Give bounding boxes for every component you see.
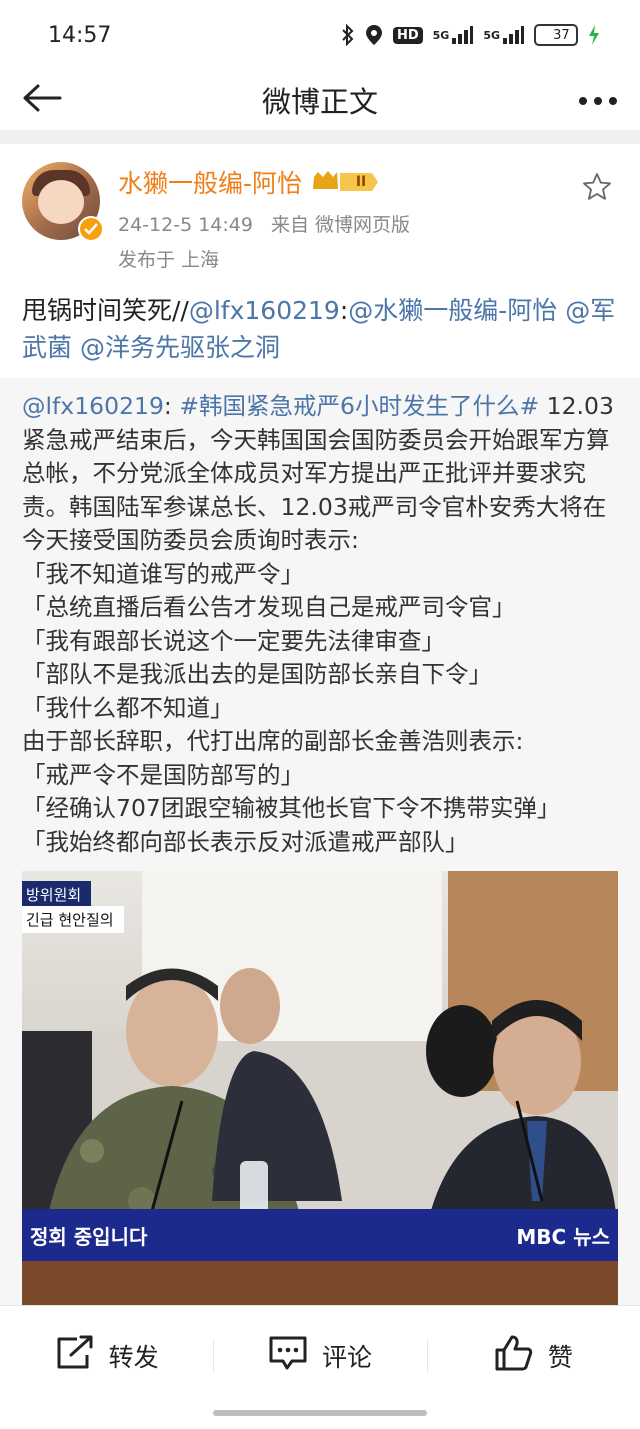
repost-colon: :: [163, 392, 180, 420]
more-dots-icon[interactable]: [578, 91, 618, 110]
author-info: 水獭一般编-阿怡 II 24-12-5 14:49 来自 微博网页版 发布于 上…: [118, 162, 410, 272]
post-source: 来自 微博网页版: [271, 214, 411, 236]
nav-bar: 微博正文: [0, 70, 640, 130]
quote-line: 「戒严令不是国防部写的」: [22, 760, 304, 789]
battery-icon: 37: [534, 24, 578, 46]
weibo-post: 水獭一般编-阿怡 II 24-12-5 14:49 来自 微博网页版 发布于 上…: [0, 144, 640, 366]
quote-line: 「我什么都不知道」: [22, 693, 234, 722]
status-icons: HD 5G 5G 37: [341, 24, 600, 46]
repost-text: @lfx160219: #韩国紧急戒严6小时发生了什么# 12.03紧急戒严结束…: [22, 390, 618, 859]
vip-level: II: [355, 174, 367, 190]
like-label: 赞: [547, 1342, 573, 1372]
like-button[interactable]: 赞: [426, 1334, 640, 1378]
avatar-face: [38, 180, 84, 224]
battery-level: 37: [553, 27, 570, 43]
post-text: 甩锅时间笑死//@lfx160219:@水獭一般编-阿怡 @军武菌 @洋务先驱张…: [22, 292, 618, 366]
back-arrow-icon[interactable]: [22, 83, 62, 117]
like-icon: [494, 1334, 534, 1378]
status-bar: 14:57 HD 5G 5G 37: [0, 0, 640, 70]
quote-line: 「我不知道谁写的戒严令」: [22, 559, 304, 588]
comment-button[interactable]: 评论: [213, 1336, 426, 1376]
comment-label: 评论: [321, 1342, 372, 1372]
post-photo[interactable]: 방위원회 긴급 현안질의 정회 중입니다 MBC 뉴스: [22, 871, 618, 1319]
status-time: 14:57: [48, 22, 112, 48]
photo-caption: 정회 중입니다: [30, 1224, 148, 1249]
repost-middle-text: 由于部长辞职，代打出席的副部长金善浩则表示:: [22, 727, 524, 755]
repost-label: 转发: [108, 1342, 159, 1372]
photo-caption-bar: 정회 중입니다 MBC 뉴스: [22, 1209, 618, 1261]
favorite-star-icon[interactable]: [582, 172, 612, 206]
avatar[interactable]: [22, 162, 104, 242]
action-bar: 转发 评论 赞: [0, 1305, 640, 1405]
quote-line: 「我始终都向部长表示反对派遣戒严部队」: [22, 827, 469, 856]
author-name[interactable]: 水獭一般编-阿怡: [118, 164, 302, 200]
signal-2-icon: 5G: [483, 26, 524, 44]
quote-line: 「部队不是我派出去的是国防部长亲自下令」: [22, 660, 492, 688]
location-icon: [365, 24, 383, 46]
repost-icon: [55, 1335, 95, 1377]
mention-link[interactable]: @水獭一般编-阿怡: [348, 296, 557, 325]
vip-badge-icon[interactable]: II: [310, 169, 379, 195]
quote-line: 「经确认707团跟空输被其他长官下令不携带实弹」: [22, 794, 561, 822]
bluetooth-icon: [341, 24, 355, 46]
post-timestamp: 24-12-5 14:49: [118, 214, 253, 236]
author-name-row: 水獭一般编-阿怡 II: [118, 164, 410, 200]
section-divider: [0, 130, 640, 144]
page-title: 微博正文: [261, 85, 378, 119]
quote-line: 「总统直播后看公告才发现自己是戒严司令官」: [22, 593, 516, 621]
verified-badge-icon: [78, 216, 104, 242]
network-1-label: 5G: [432, 28, 450, 42]
repost-button[interactable]: 转发: [0, 1335, 213, 1377]
post-text-plain: 甩锅时间笑死//: [22, 296, 189, 325]
hd-icon: HD: [392, 26, 423, 44]
signal-1-icon: 5G: [433, 26, 474, 44]
repost-mention-link[interactable]: @lfx160219: [22, 392, 164, 420]
author-row: 水獭一般编-阿怡 II 24-12-5 14:49 来自 微博网页版 发布于 上…: [22, 162, 618, 280]
home-indicator[interactable]: [213, 1410, 427, 1416]
comment-icon: [268, 1335, 308, 1377]
post-meta: 24-12-5 14:49 来自 微博网页版: [118, 210, 410, 237]
mention-link[interactable]: @lfx160219: [189, 296, 340, 325]
mention-link[interactable]: @洋务先驱张之洞: [80, 333, 280, 362]
network-2-label: 5G: [483, 28, 500, 42]
quote-line: 「我有跟部长说这个一定要先法律审查」: [22, 626, 445, 655]
repost-box[interactable]: @lfx160219: #韩国紧急戒严6小时发生了什么# 12.03紧急戒严结束…: [0, 378, 640, 1319]
post-location: 发布于 上海: [118, 249, 220, 271]
hashtag-link[interactable]: #韩国紧急戒严6小时发生了什么#: [179, 392, 539, 420]
charging-icon: [588, 25, 600, 45]
photo-broadcaster: MBC 뉴스: [516, 1224, 610, 1249]
